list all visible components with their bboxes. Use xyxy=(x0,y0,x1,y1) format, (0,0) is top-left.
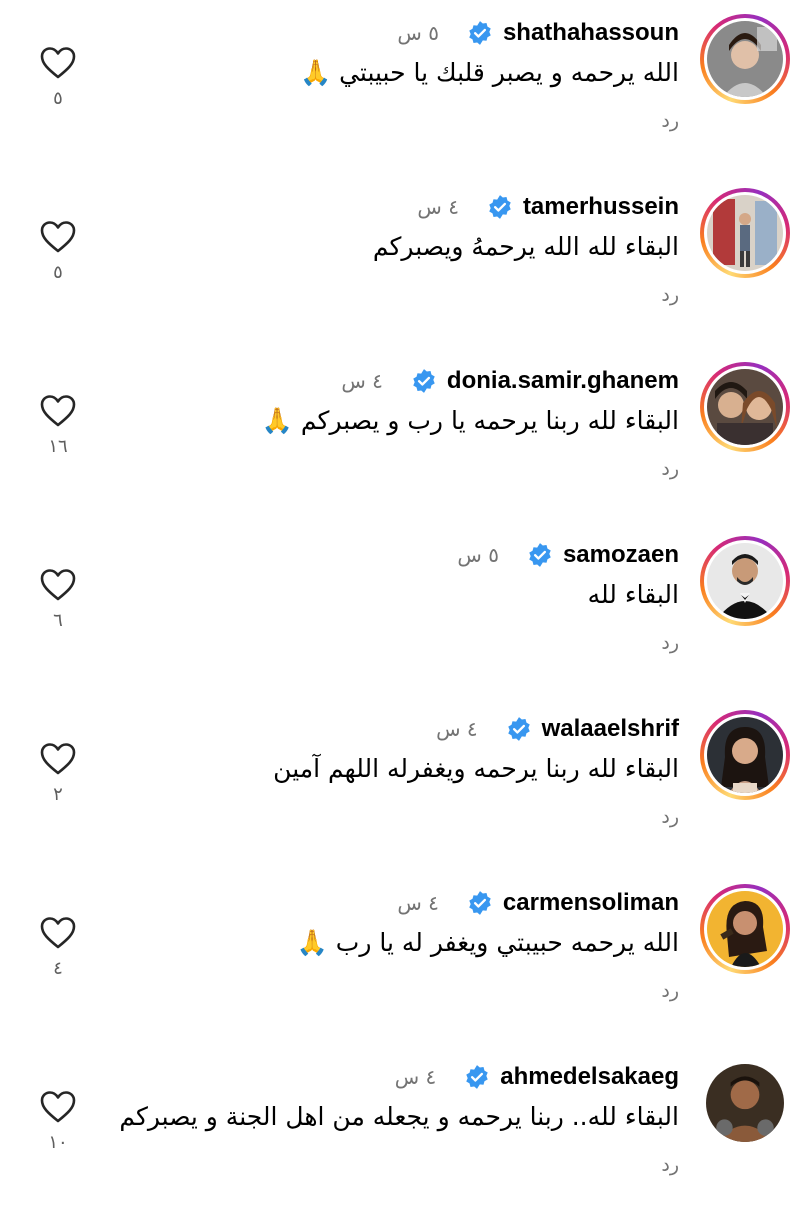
verified-badge-icon xyxy=(467,20,493,46)
username[interactable]: carmensoliman xyxy=(503,889,679,917)
like-count: ٦ xyxy=(53,610,63,631)
avatar xyxy=(707,21,783,97)
comment-time: ٤ س xyxy=(436,717,478,741)
heart-outline-icon[interactable] xyxy=(40,1090,76,1124)
avatar xyxy=(707,891,783,967)
comment-item: walaaelshrif ٤ س البقاء لله ربنا يرحمه و… xyxy=(0,696,812,870)
avatar-story-ring[interactable] xyxy=(700,710,790,800)
comment-text: البقاء لله.. ربنا يرحمه و يجعله من اهل ا… xyxy=(119,1102,679,1131)
verified-badge-icon xyxy=(467,890,493,916)
username[interactable]: tamerhussein xyxy=(523,193,679,221)
comment-item: carmensoliman ٤ س الله يرحمه حبيبتي ويغف… xyxy=(0,870,812,1044)
comment-item: ahmedelsakaeg ٤ س البقاء لله.. ربنا يرحم… xyxy=(0,1044,812,1218)
comment-item: shathahassoun ٥ س الله يرحمه و يصبر قلبك… xyxy=(0,0,812,174)
heart-outline-icon[interactable] xyxy=(40,46,76,80)
comment-text: البقاء لله ربنا يرحمه يا رب و يصبركم 🙏 xyxy=(261,406,679,435)
avatar xyxy=(707,717,783,793)
verified-badge-icon xyxy=(506,716,532,742)
comment-time: ٤ س xyxy=(417,195,459,219)
heart-outline-icon[interactable] xyxy=(40,394,76,428)
heart-outline-icon[interactable] xyxy=(40,742,76,776)
comment-text: البقاء لله الله يرحمهُ ويصبركم xyxy=(372,232,679,261)
verified-badge-icon xyxy=(527,542,553,568)
like-count: ٥ xyxy=(53,88,63,109)
reply-button[interactable]: رد xyxy=(661,458,679,480)
avatar xyxy=(707,195,783,271)
comment-item: tamerhussein ٤ س البقاء لله الله يرحمهُ … xyxy=(0,174,812,348)
heart-outline-icon[interactable] xyxy=(40,916,76,950)
like-count: ٢ xyxy=(53,784,63,805)
username[interactable]: shathahassoun xyxy=(503,19,679,47)
like-count: ١٦ xyxy=(48,436,68,457)
avatar-story-ring[interactable] xyxy=(700,884,790,974)
comment-item: samozaen ٥ س البقاء لله رد ٦ xyxy=(0,522,812,696)
avatar-story-ring[interactable] xyxy=(700,14,790,104)
verified-badge-icon xyxy=(411,368,437,394)
verified-badge-icon xyxy=(464,1064,490,1090)
reply-button[interactable]: رد xyxy=(661,284,679,306)
like-count: ١٠ xyxy=(48,1132,68,1153)
username[interactable]: ahmedelsakaeg xyxy=(500,1063,679,1091)
comment-item: donia.samir.ghanem ٤ س البقاء لله ربنا ي… xyxy=(0,348,812,522)
comment-time: ٤ س xyxy=(341,369,383,393)
heart-outline-icon[interactable] xyxy=(40,568,76,602)
reply-button[interactable]: رد xyxy=(661,1154,679,1176)
avatar-story-ring[interactable] xyxy=(700,362,790,452)
username[interactable]: samozaen xyxy=(563,541,679,569)
username[interactable]: donia.samir.ghanem xyxy=(447,367,679,395)
reply-button[interactable]: رد xyxy=(661,632,679,654)
reply-button[interactable]: رد xyxy=(661,980,679,1002)
avatar[interactable] xyxy=(706,1064,784,1142)
username[interactable]: walaaelshrif xyxy=(542,715,679,743)
comment-text: الله يرحمه و يصبر قلبك يا حبيبتي 🙏 xyxy=(300,58,679,87)
comment-time: ٥ س xyxy=(457,543,499,567)
like-count: ٤ xyxy=(53,958,63,979)
comment-text: البقاء لله ربنا يرحمه ويغفرله اللهم آمين xyxy=(273,754,679,783)
avatar-story-ring[interactable] xyxy=(700,536,790,626)
verified-badge-icon xyxy=(487,194,513,220)
reply-button[interactable]: رد xyxy=(661,110,679,132)
avatar xyxy=(707,543,783,619)
comment-text: الله يرحمه حبيبتي ويغفر له يا رب 🙏 xyxy=(296,928,679,957)
comment-time: ٥ س xyxy=(397,21,439,45)
comment-text: البقاء لله xyxy=(587,580,679,609)
avatar xyxy=(707,369,783,445)
reply-button[interactable]: رد xyxy=(661,806,679,828)
avatar-story-ring[interactable] xyxy=(700,188,790,278)
comment-time: ٤ س xyxy=(394,1065,437,1089)
heart-outline-icon[interactable] xyxy=(40,220,76,254)
like-count: ٥ xyxy=(53,262,63,283)
comment-time: ٤ س xyxy=(397,891,439,915)
